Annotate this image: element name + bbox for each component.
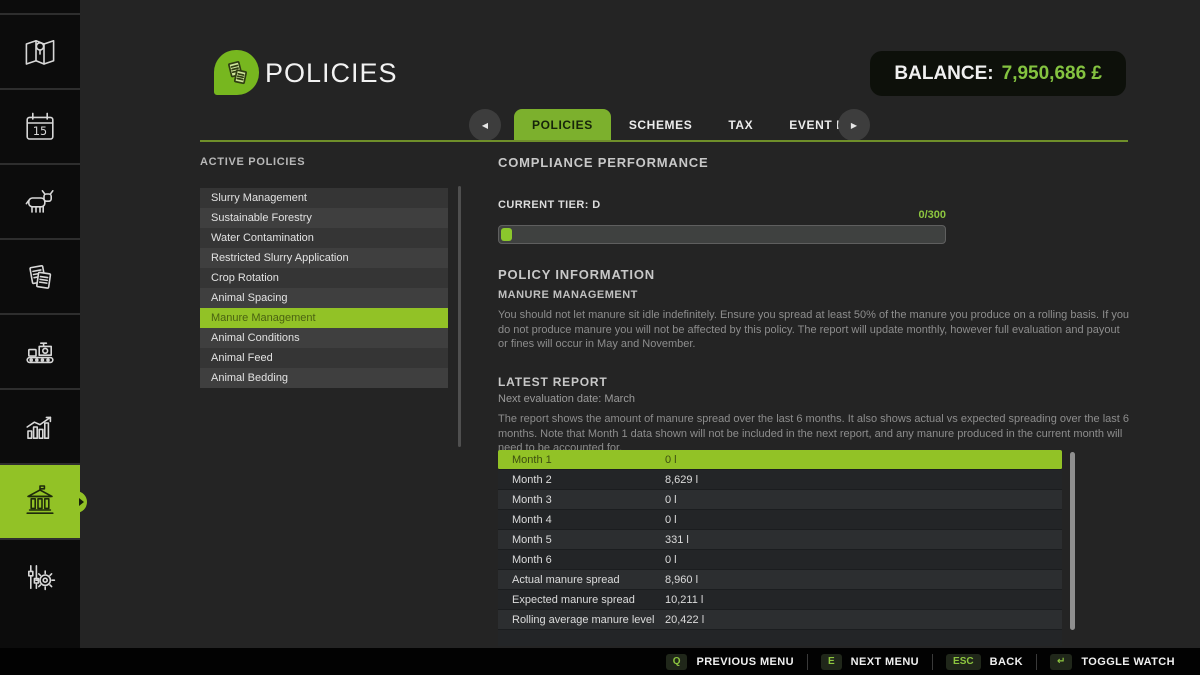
table-row[interactable]: Month 2 8,629 l xyxy=(498,470,1062,490)
tab-underline xyxy=(200,140,1128,142)
settings-icon xyxy=(20,557,60,597)
tabs-prev-arrow[interactable]: ◀ xyxy=(469,109,501,141)
row-value: 331 l xyxy=(665,534,689,546)
row-value: 10,211 l xyxy=(665,594,703,606)
policy-list-item[interactable]: Slurry Management xyxy=(200,188,448,208)
table-row[interactable]: Month 1 0 l xyxy=(498,450,1062,470)
row-value: 0 l xyxy=(665,514,677,526)
policy-list-item[interactable]: Manure Management xyxy=(200,308,448,328)
hotkey-badge: Q xyxy=(666,654,688,670)
sidebar-item-map[interactable] xyxy=(0,13,80,88)
hotkey-badge: E xyxy=(821,654,842,670)
row-value: 0 l xyxy=(665,494,677,506)
row-label: Expected manure spread xyxy=(498,594,665,606)
sidebar-item-finances[interactable] xyxy=(0,463,80,538)
policy-list-item[interactable]: Animal Bedding xyxy=(200,368,448,388)
table-row[interactable]: Month 3 0 l xyxy=(498,490,1062,510)
policy-list-item[interactable]: Crop Rotation xyxy=(200,268,448,288)
row-value: 0 l xyxy=(665,454,677,466)
svg-text:15: 15 xyxy=(33,125,47,138)
table-row[interactable]: Month 4 0 l xyxy=(498,510,1062,530)
hotkey-label: TOGGLE WATCH xyxy=(1081,656,1175,668)
policy-list-item[interactable]: Restricted Slurry Application xyxy=(200,248,448,268)
policy-description: You should not let manure sit idle indef… xyxy=(498,308,1132,352)
page-title: POLICIES xyxy=(265,58,398,89)
policy-list-item[interactable]: Animal Conditions xyxy=(200,328,448,348)
compliance-score: 0/300 xyxy=(498,209,946,221)
row-label: Month 4 xyxy=(498,514,665,526)
contracts-icon xyxy=(20,257,60,297)
hotkey-action[interactable]: ↵ TOGGLE WATCH xyxy=(1036,654,1188,670)
tab-bar: POLICIESSCHEMESTAXEVENT LOG xyxy=(514,109,882,141)
production-icon xyxy=(20,332,60,372)
sidebar: 15 xyxy=(0,0,80,648)
compliance-progress-bar xyxy=(498,225,946,244)
compliance-heading: COMPLIANCE PERFORMANCE xyxy=(498,155,708,170)
row-label: Month 1 xyxy=(498,454,665,466)
policy-name: MANURE MANAGEMENT xyxy=(498,289,638,301)
sidebar-item-contracts[interactable] xyxy=(0,238,80,313)
row-value: 0 l xyxy=(665,554,677,566)
sidebar-item-production[interactable] xyxy=(0,313,80,388)
row-label: Rolling average manure level xyxy=(498,614,665,626)
row-label: Month 2 xyxy=(498,474,665,486)
table-row[interactable]: Month 6 0 l xyxy=(498,550,1062,570)
policy-list-item[interactable]: Water Contamination xyxy=(200,228,448,248)
row-value: 20,422 l xyxy=(665,614,704,626)
sidebar-item-calendar[interactable]: 15 xyxy=(0,88,80,163)
active-policies-list: Slurry ManagementSustainable ForestryWat… xyxy=(200,188,448,388)
active-policies-heading: ACTIVE POLICIES xyxy=(200,156,305,168)
row-value: 8,629 l xyxy=(665,474,698,486)
sidebar-item-statistics[interactable] xyxy=(0,388,80,463)
row-label: Actual manure spread xyxy=(498,574,665,586)
compliance-progress-fill xyxy=(501,228,512,241)
hotkey-bar: Q PREVIOUS MENU E NEXT MENU ESC BACK ↵ T… xyxy=(0,648,1200,675)
policies-screen: 15 xyxy=(0,0,1200,675)
policy-list-scrollbar[interactable] xyxy=(458,186,461,447)
sidebar-item-settings[interactable] xyxy=(0,538,80,613)
table-row[interactable]: Expected manure spread 10,211 l xyxy=(498,590,1062,610)
report-table: Month 1 0 l Month 2 8,629 l Month 3 0 l … xyxy=(498,450,1062,646)
table-row[interactable]: Actual manure spread 8,960 l xyxy=(498,570,1062,590)
balance-badge: BALANCE: 7,950,686 £ xyxy=(870,51,1126,96)
sidebar-item-partial-top xyxy=(0,0,80,13)
map-icon xyxy=(20,32,60,72)
hotkey-badge: ↵ xyxy=(1050,654,1072,670)
balance-value: 7,950,686 £ xyxy=(1002,63,1102,85)
policy-list-item[interactable]: Sustainable Forestry xyxy=(200,208,448,228)
policies-icon xyxy=(214,50,259,95)
hotkey-label: BACK xyxy=(990,656,1023,668)
row-label: Month 3 xyxy=(498,494,665,506)
table-row[interactable]: Rolling average manure level 20,422 l xyxy=(498,610,1062,630)
report-table-scrollbar[interactable] xyxy=(1070,452,1075,630)
table-row[interactable]: Month 5 331 l xyxy=(498,530,1062,550)
row-label: Month 5 xyxy=(498,534,665,546)
tab[interactable]: SCHEMES xyxy=(611,109,711,141)
row-value: 8,960 l xyxy=(665,574,698,586)
sidebar-item-partial-bottom xyxy=(0,613,80,630)
policy-list-item[interactable]: Animal Feed xyxy=(200,348,448,368)
hotkey-label: NEXT MENU xyxy=(851,656,919,668)
policy-list-item[interactable]: Animal Spacing xyxy=(200,288,448,308)
hotkey-action[interactable]: E NEXT MENU xyxy=(807,654,932,670)
tab[interactable]: TAX xyxy=(710,109,771,141)
bank-icon xyxy=(20,482,60,522)
hotkey-action[interactable]: ESC BACK xyxy=(932,654,1036,670)
statistics-icon xyxy=(20,407,60,447)
calendar-icon: 15 xyxy=(20,107,60,147)
latest-report-heading: LATEST REPORT xyxy=(498,375,608,389)
table-row[interactable] xyxy=(498,630,1062,646)
cow-icon xyxy=(20,182,60,222)
hotkey-badge: ESC xyxy=(946,654,981,670)
hotkey-label: PREVIOUS MENU xyxy=(696,656,794,668)
next-evaluation-date: Next evaluation date: March xyxy=(498,393,635,405)
balance-label: BALANCE: xyxy=(894,63,993,85)
sidebar-item-animals[interactable] xyxy=(0,163,80,238)
hotkey-action[interactable]: Q PREVIOUS MENU xyxy=(653,654,807,670)
row-label: Month 6 xyxy=(498,554,665,566)
tabs-next-arrow[interactable]: ▶ xyxy=(838,109,870,141)
tab[interactable]: POLICIES xyxy=(514,109,611,141)
policy-info-heading: POLICY INFORMATION xyxy=(498,267,655,282)
